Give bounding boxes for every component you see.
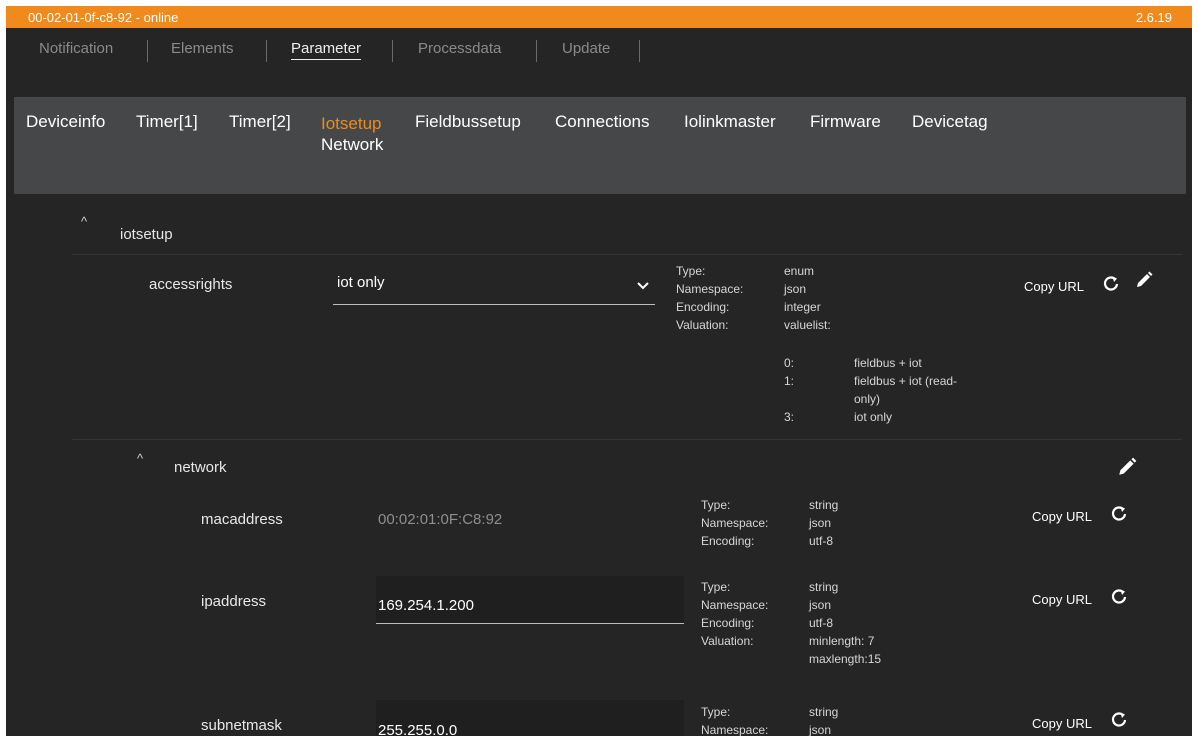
meta-value: json (809, 516, 832, 530)
section-title-network: network (174, 459, 227, 476)
nav-notification[interactable]: Notification (39, 40, 113, 57)
collapse-network-caret[interactable]: ^ (137, 451, 143, 466)
valuelist-value: fieldbus + iot (read-only) (854, 374, 958, 406)
meta-key: Valuation: (676, 318, 729, 332)
meta-value: utf-8 (809, 534, 834, 548)
nav-separator (536, 40, 537, 62)
nav-separator (147, 40, 148, 62)
nav-update[interactable]: Update (562, 40, 610, 57)
ipaddress-meta: Type: string Namespace: json Encoding: utf-… (701, 578, 921, 668)
copy-url-ipaddress[interactable]: Copy URL (1032, 592, 1092, 607)
meta-value: string (809, 705, 839, 719)
meta-key: Namespace: (676, 282, 744, 296)
meta-value: enum (784, 264, 815, 278)
meta-value: maxlength:15 (809, 652, 882, 666)
meta-key: Encoding: (701, 534, 755, 548)
reset-icon[interactable] (1110, 587, 1128, 610)
meta-key: Namespace: (701, 516, 769, 530)
nav-separator (392, 40, 393, 62)
tab-devicetag[interactable]: Devicetag (912, 112, 988, 132)
valuelist-key: 0: (784, 356, 795, 370)
meta-key: Namespace: (701, 598, 769, 612)
title-bar: 00-02-01-0f-c8-92 - online 2.6.19 (6, 6, 1192, 28)
tab-firmware[interactable]: Firmware (810, 112, 881, 132)
accessrights-select[interactable]: iot only (333, 261, 655, 305)
valuelist-key: 1: (784, 374, 795, 388)
meta-value: integer (784, 300, 821, 314)
tab-iotsetup-group: Iotsetup Network (321, 112, 391, 155)
param-label-macaddress: macaddress (201, 511, 283, 528)
tab-deviceinfo[interactable]: Deviceinfo (26, 112, 105, 132)
subnetmask-input[interactable] (376, 700, 684, 736)
divider (72, 254, 1182, 255)
app-window: 00-02-01-0f-c8-92 - online 2.6.19 Notifi… (6, 6, 1192, 736)
nav-separator (639, 40, 640, 62)
meta-value: json (784, 282, 807, 296)
collapse-iotsetup-caret[interactable]: ^ (81, 214, 87, 229)
meta-key: Encoding: (701, 616, 755, 630)
nav-processdata[interactable]: Processdata (418, 40, 501, 57)
chevron-down-icon (637, 277, 649, 295)
param-label-ipaddress: ipaddress (201, 593, 267, 610)
divider (72, 439, 1182, 440)
tab-sub-network[interactable]: Network (321, 135, 391, 155)
copy-url-accessrights[interactable]: Copy URL (1024, 279, 1084, 294)
main-nav: Notification Elements Parameter Processd… (6, 28, 1192, 74)
parameter-content: ^ iotsetup accessrights iot only Type: en… (6, 194, 1192, 736)
pencil-icon[interactable] (1116, 456, 1138, 483)
subnetmask-meta: Type: string Namespace: json (701, 703, 901, 736)
meta-value: valuelist: (784, 318, 831, 332)
nav-elements[interactable]: Elements (171, 40, 234, 57)
nav-separator (266, 40, 267, 62)
reset-icon[interactable] (1110, 710, 1128, 733)
device-status: 00-02-01-0f-c8-92 - online (28, 10, 179, 25)
tab-timer2[interactable]: Timer[2] (229, 112, 291, 132)
accessrights-meta: Type: enum Namespace: json Encoding: intege… (676, 262, 1006, 426)
reset-icon[interactable] (1110, 504, 1128, 527)
macaddress-meta: Type: string Namespace: json Encoding: utf-… (701, 496, 901, 550)
valuelist-value: fieldbus + iot (854, 356, 922, 370)
meta-key: Valuation: (701, 634, 754, 648)
meta-value: json (809, 723, 832, 736)
param-label-accessrights: accessrights (149, 276, 233, 293)
section-title-iotsetup: iotsetup (120, 226, 173, 243)
tab-iotsetup[interactable]: Iotsetup (321, 112, 391, 135)
param-label-subnetmask: subnetmask (201, 717, 282, 734)
meta-key: Encoding: (676, 300, 730, 314)
valuelist-value: iot only (854, 410, 893, 424)
pencil-icon[interactable] (1134, 270, 1154, 295)
meta-key: Type: (701, 705, 731, 719)
tab-timer1[interactable]: Timer[1] (136, 112, 198, 132)
meta-key: Type: (701, 580, 731, 594)
copy-url-macaddress[interactable]: Copy URL (1032, 509, 1092, 524)
copy-url-subnetmask[interactable]: Copy URL (1032, 716, 1092, 731)
meta-key: Namespace: (701, 723, 769, 736)
meta-key: Type: (701, 498, 731, 512)
meta-value: string (809, 580, 839, 594)
ipaddress-input[interactable] (376, 576, 684, 624)
tab-fieldbussetup[interactable]: Fieldbussetup (415, 112, 521, 132)
meta-value: minlength: 7 (809, 634, 875, 648)
firmware-version: 2.6.19 (1135, 10, 1172, 25)
meta-value: json (809, 598, 832, 612)
meta-key: Type: (676, 264, 706, 278)
tab-iolinkmaster[interactable]: Iolinkmaster (684, 112, 776, 132)
reset-icon[interactable] (1102, 274, 1120, 297)
macaddress-value: 00:02:01:0F:C8:92 (378, 511, 503, 528)
meta-value: utf-8 (809, 616, 834, 630)
parameter-tabs: Deviceinfo Timer[1] Timer[2] Iotsetup Ne… (14, 97, 1186, 194)
accessrights-selected-value: iot only (337, 274, 385, 291)
meta-value: string (809, 498, 839, 512)
valuelist-key: 3: (784, 410, 795, 424)
tab-connections[interactable]: Connections (555, 112, 650, 132)
nav-parameter[interactable]: Parameter (291, 40, 362, 60)
